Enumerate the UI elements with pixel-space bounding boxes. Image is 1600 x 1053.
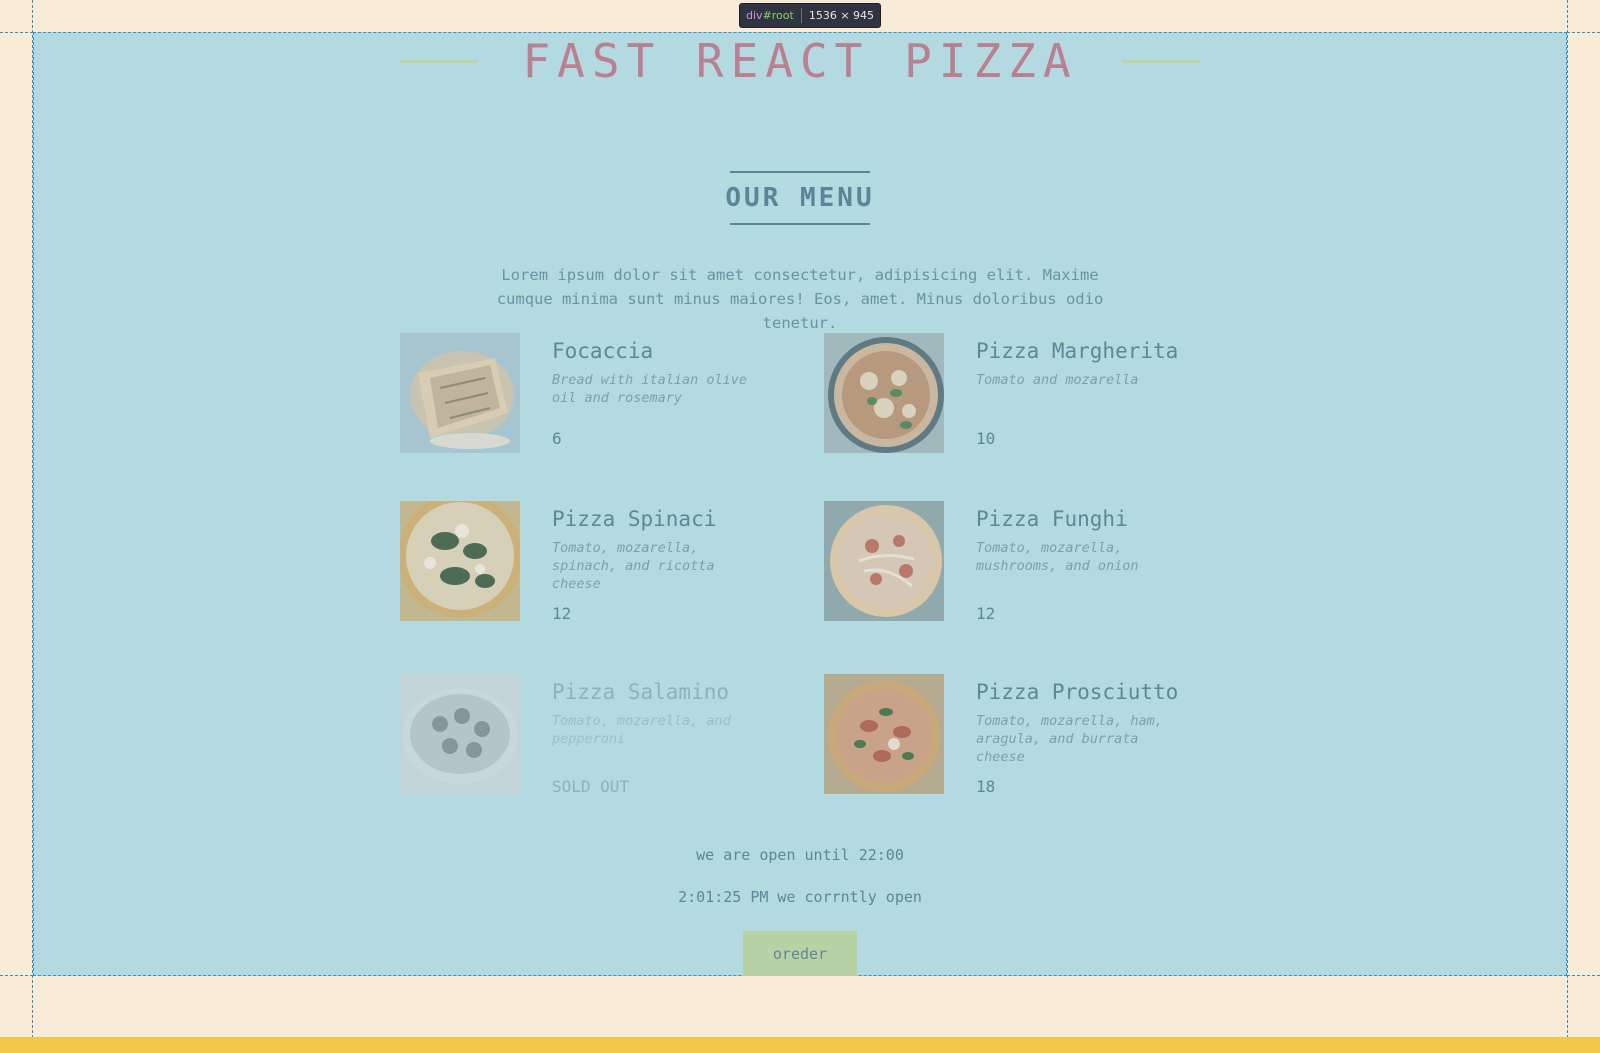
pizza-name: Focaccia	[552, 339, 654, 363]
current-status: 2:01:25 PM we corrntly open	[678, 888, 922, 906]
pizza-name: Pizza Salamino	[552, 680, 730, 704]
badge-separator	[800, 8, 802, 23]
menu-heading: OUR MENU	[725, 170, 872, 225]
badge-id: root	[771, 9, 794, 22]
pizza-info: Pizza Spinaci Tomato, mozarella, spinach…	[552, 501, 780, 623]
order-button[interactable]: oreder	[743, 931, 857, 976]
pizza-price: 6	[552, 429, 562, 448]
pizza-info: Pizza Funghi Tomato, mozarella, mushroom…	[976, 501, 1204, 623]
funghi-photo	[824, 501, 944, 621]
pizza-name: Pizza Margherita	[976, 339, 1179, 363]
pizza-item-salamino[interactable]: Pizza Salamino Tomato, mozarella, and pe…	[400, 674, 800, 796]
badge-tag: div	[746, 9, 763, 22]
sold-out-label: SOLD OUT	[552, 777, 630, 796]
devtools-guide-right	[1567, 0, 1568, 1053]
focaccia-photo	[400, 333, 520, 453]
salamino-photo	[400, 674, 520, 794]
pizza-price: 10	[976, 429, 996, 448]
badge-dimensions: 1536 × 945	[808, 9, 875, 22]
opening-hours: we are open until 22:00	[696, 846, 904, 864]
pizza-info: Pizza Margherita Tomato and mozarella 10	[976, 333, 1204, 453]
pizza-info: Pizza Prosciutto Tomato, mozarella, ham,…	[976, 674, 1204, 796]
pizza-ingredients: Tomato, mozarella, spinach, and ricotta …	[552, 540, 715, 592]
pizza-price: 12	[552, 604, 572, 623]
app-title: FAST REACT PIZZA	[522, 34, 1078, 88]
prosciutto-photo	[824, 674, 944, 794]
pizza-ingredients: Tomato, mozarella, ham, aragula, and bur…	[976, 713, 1163, 765]
pizza-item-spinaci[interactable]: Pizza Spinaci Tomato, mozarella, spinach…	[400, 501, 800, 623]
title-line-left	[400, 59, 479, 63]
devtools-element-badge: div # root 1536 × 945	[739, 3, 882, 28]
pizza-ingredients: Bread with italian olive oil and rosemar…	[552, 372, 748, 406]
pizza-name: Pizza Spinaci	[552, 507, 717, 531]
pizza-item-margherita[interactable]: Pizza Margherita Tomato and mozarella 10	[824, 333, 1224, 453]
pizza-info: Pizza Salamino Tomato, mozarella, and pe…	[552, 674, 780, 796]
pizza-info: Focaccia Bread with italian olive oil an…	[552, 333, 780, 453]
pizza-ingredients: Tomato, mozarella, mushrooms, and onion	[976, 540, 1139, 574]
menu-intro: Lorem ipsum dolor sit amet consectetur, …	[496, 265, 1104, 332]
bottom-bar	[0, 1037, 1600, 1053]
badge-hash: #	[762, 9, 772, 22]
title-line-right	[1121, 59, 1200, 63]
pizza-ingredients: Tomato, mozarella, and pepperoni	[552, 713, 731, 747]
pizza-item-prosciutto[interactable]: Pizza Prosciutto Tomato, mozarella, ham,…	[824, 674, 1224, 796]
pizza-item-focaccia[interactable]: Focaccia Bread with italian olive oil an…	[400, 333, 800, 453]
pizza-ingredients: Tomato and mozarella	[976, 372, 1139, 388]
spinaci-photo	[400, 501, 520, 621]
margherita-photo	[824, 333, 944, 453]
pizza-price: 12	[976, 604, 996, 623]
pizza-price: 18	[976, 777, 996, 796]
pizza-name: Pizza Prosciutto	[976, 680, 1179, 704]
pizza-item-funghi[interactable]: Pizza Funghi Tomato, mozarella, mushroom…	[824, 501, 1224, 623]
app-header: FAST REACT PIZZA	[400, 30, 1200, 92]
pizza-name: Pizza Funghi	[976, 507, 1128, 531]
